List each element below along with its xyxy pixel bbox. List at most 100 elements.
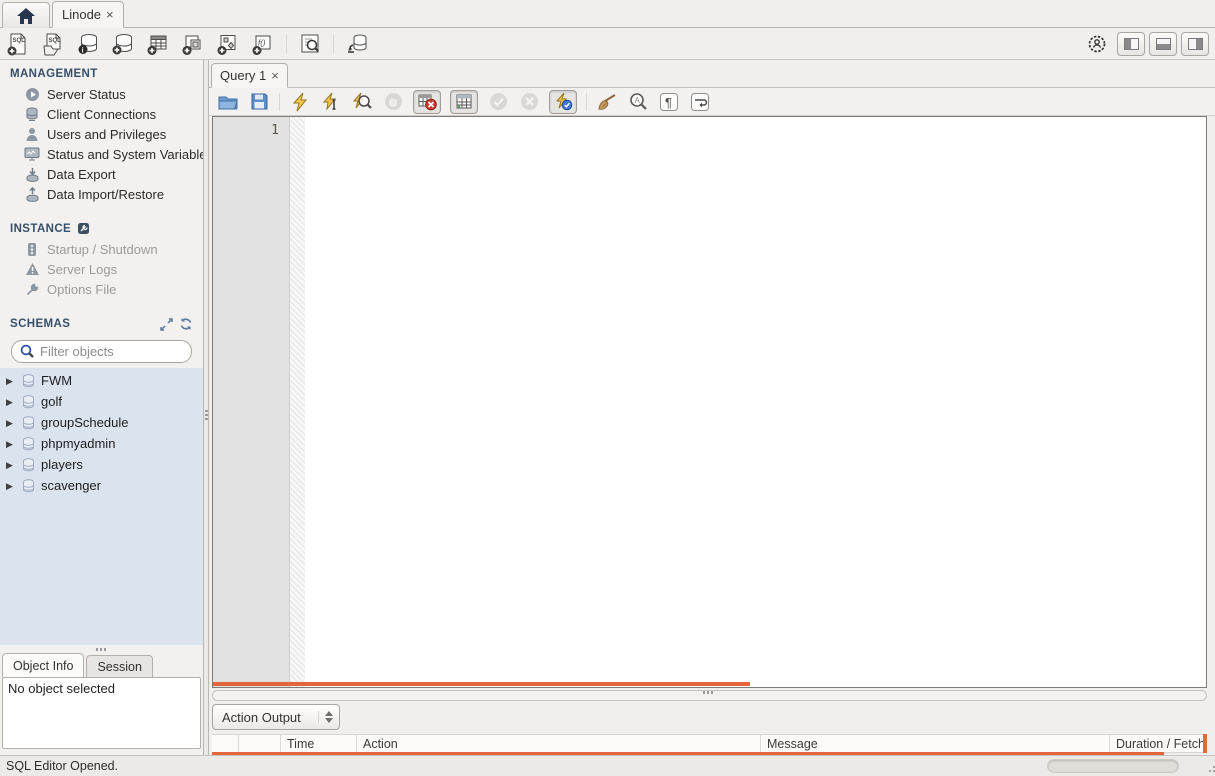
sidebar-item-startup-shutdown[interactable]: Startup / Shutdown bbox=[0, 239, 203, 259]
schema-icon bbox=[22, 415, 35, 430]
code-area[interactable] bbox=[213, 117, 1206, 687]
toggle-output-area-icon[interactable] bbox=[1149, 31, 1177, 56]
commit-icon[interactable] bbox=[487, 91, 509, 113]
server-logs-icon bbox=[24, 261, 40, 277]
editor-hscrollbar[interactable] bbox=[212, 690, 1207, 701]
sql-editor[interactable]: 1 bbox=[212, 116, 1207, 688]
index-column bbox=[239, 735, 281, 753]
tab-object-info[interactable]: Object Info bbox=[2, 653, 85, 677]
chevron-right-icon[interactable]: ▶ bbox=[6, 460, 16, 470]
create-table-icon[interactable] bbox=[146, 32, 170, 56]
toggle-autocommit-icon[interactable] bbox=[549, 89, 577, 114]
sidebar-item-label: Users and Privileges bbox=[47, 126, 167, 142]
chevron-right-icon[interactable]: ▶ bbox=[6, 376, 16, 386]
sidebar-item-server-status[interactable]: Server Status bbox=[0, 84, 203, 104]
schema-item-groupschedule[interactable]: ▶ groupSchedule bbox=[0, 412, 203, 433]
explain-icon[interactable] bbox=[351, 91, 373, 113]
column-time[interactable]: Time bbox=[281, 735, 357, 753]
sidebar-splitter[interactable] bbox=[0, 645, 203, 653]
chevron-right-icon[interactable]: ▶ bbox=[6, 397, 16, 407]
sidebar-item-label: Server Logs bbox=[47, 261, 118, 277]
tab-session[interactable]: Session bbox=[86, 655, 153, 677]
schema-item-phpmyadmin[interactable]: ▶ phpmyadmin bbox=[0, 433, 203, 454]
close-icon[interactable]: × bbox=[271, 68, 279, 83]
wrap-text-icon[interactable] bbox=[689, 91, 711, 113]
column-duration[interactable]: Duration / Fetch bbox=[1110, 735, 1207, 753]
refresh-icon[interactable] bbox=[179, 317, 193, 331]
startup-shutdown-icon bbox=[24, 241, 40, 257]
create-function-icon[interactable]: f() bbox=[251, 32, 275, 56]
tab-query-1[interactable]: Query 1 × bbox=[211, 63, 288, 88]
preferences-gear-icon[interactable] bbox=[1085, 32, 1109, 56]
schemas-title-label: SCHEMAS bbox=[10, 318, 71, 330]
system-variables-icon bbox=[24, 146, 40, 162]
panel-toggle-group bbox=[1117, 31, 1209, 56]
toggle-left-sidebar-icon[interactable] bbox=[1117, 31, 1145, 56]
sidebar-item-label: Options File bbox=[47, 281, 117, 297]
main-toolbar: SQL SQL i f() bbox=[0, 28, 1215, 60]
reconnect-dbms-icon[interactable] bbox=[345, 32, 369, 56]
spinner-arrows-icon[interactable] bbox=[318, 711, 333, 723]
toolbar-separator bbox=[286, 34, 287, 53]
search-table-data-icon[interactable] bbox=[298, 32, 322, 56]
editor-hscroll-thumb[interactable] bbox=[213, 682, 750, 686]
connection-tab[interactable]: Linode × bbox=[52, 1, 124, 28]
schema-icon bbox=[22, 394, 35, 409]
create-procedure-icon[interactable] bbox=[216, 32, 240, 56]
object-info-text: No object selected bbox=[8, 681, 115, 696]
connection-tab-label: Linode bbox=[62, 7, 102, 22]
execute-icon[interactable] bbox=[289, 91, 311, 113]
create-schema-icon[interactable] bbox=[111, 32, 135, 56]
schema-item-players[interactable]: ▶ players bbox=[0, 454, 203, 475]
status-bar: SQL Editor Opened. bbox=[0, 755, 1215, 776]
schema-name: phpmyadmin bbox=[41, 436, 116, 451]
sidebar-item-label: Server Status bbox=[47, 86, 126, 102]
beautify-icon[interactable] bbox=[596, 91, 618, 113]
expand-icon[interactable] bbox=[160, 317, 173, 331]
output-splitter-grip[interactable] bbox=[703, 691, 705, 694]
sidebar-item-system-variables[interactable]: Status and System Variables bbox=[0, 144, 203, 164]
sidebar-item-options-file[interactable]: Options File bbox=[0, 279, 203, 299]
chevron-right-icon[interactable]: ▶ bbox=[6, 481, 16, 491]
invisible-chars-icon[interactable]: ¶ bbox=[658, 91, 680, 113]
chevron-right-icon[interactable]: ▶ bbox=[6, 439, 16, 449]
column-message[interactable]: Message bbox=[761, 735, 1110, 753]
new-sql-tab-icon[interactable]: SQL bbox=[6, 32, 30, 56]
resize-grip-icon[interactable] bbox=[1209, 770, 1211, 772]
action-output-header-border bbox=[1164, 752, 1207, 753]
toggle-right-sidebar-icon[interactable] bbox=[1181, 31, 1209, 56]
sidebar-item-client-connections[interactable]: Client Connections bbox=[0, 104, 203, 124]
sidebar-item-server-logs[interactable]: Server Logs bbox=[0, 259, 203, 279]
schema-name: FWM bbox=[41, 373, 73, 388]
toolbar-separator bbox=[586, 92, 587, 111]
schema-inspector-icon[interactable]: i bbox=[76, 32, 100, 56]
sidebar-item-label: Client Connections bbox=[47, 106, 157, 122]
open-file-icon[interactable] bbox=[217, 91, 239, 113]
column-action[interactable]: Action bbox=[357, 735, 761, 753]
fold-margin bbox=[290, 117, 305, 687]
schema-name: golf bbox=[41, 394, 62, 409]
execute-current-icon[interactable] bbox=[320, 91, 342, 113]
close-icon[interactable]: × bbox=[106, 7, 114, 22]
sidebar-item-label: Startup / Shutdown bbox=[47, 241, 158, 257]
open-sql-script-icon[interactable]: SQL bbox=[41, 32, 65, 56]
sidebar-item-data-export[interactable]: Data Export bbox=[0, 164, 203, 184]
rollback-icon[interactable] bbox=[518, 91, 540, 113]
create-view-icon[interactable] bbox=[181, 32, 205, 56]
data-import-icon bbox=[24, 186, 40, 202]
schema-item-golf[interactable]: ▶ golf bbox=[0, 391, 203, 412]
action-output-selector[interactable]: Action Output bbox=[212, 704, 340, 730]
find-icon[interactable]: A bbox=[627, 91, 649, 113]
schema-item-fwm[interactable]: ▶ FWM bbox=[0, 370, 203, 391]
schema-filter-input[interactable] bbox=[40, 344, 203, 359]
toggle-limit-rows-icon[interactable] bbox=[450, 89, 478, 114]
save-icon[interactable] bbox=[248, 91, 270, 113]
chevron-right-icon[interactable]: ▶ bbox=[6, 418, 16, 428]
sidebar-item-users-privileges[interactable]: Users and Privileges bbox=[0, 124, 203, 144]
schema-item-scavenger[interactable]: ▶ scavenger bbox=[0, 475, 203, 496]
home-tab[interactable] bbox=[2, 2, 50, 28]
stop-icon[interactable] bbox=[382, 91, 404, 113]
sidebar-item-data-import[interactable]: Data Import/Restore bbox=[0, 184, 203, 204]
action-output-vscroll-thumb[interactable] bbox=[1203, 734, 1207, 753]
toggle-stop-on-error-icon[interactable] bbox=[413, 89, 441, 114]
